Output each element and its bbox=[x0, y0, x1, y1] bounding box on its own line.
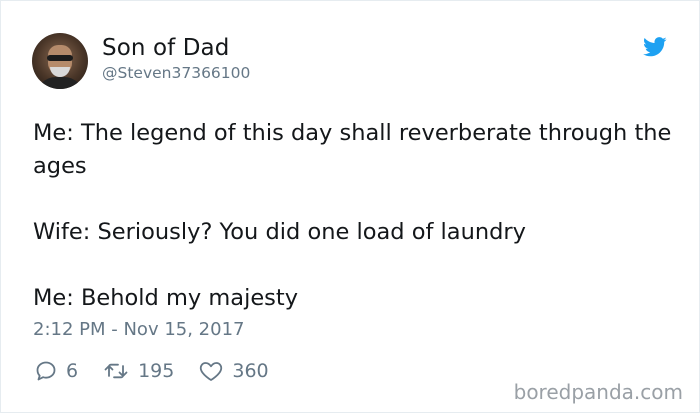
reply-button[interactable]: 6 bbox=[34, 359, 78, 383]
retweet-count: 195 bbox=[138, 360, 175, 382]
tweet-body: Me: The legend of this day shall reverbe… bbox=[33, 117, 683, 315]
heart-icon bbox=[200, 362, 223, 381]
tweet-actions: 6 195 360 bbox=[34, 357, 293, 385]
display-name[interactable]: Son of Dad bbox=[102, 35, 229, 61]
user-handle[interactable]: @Steven37366100 bbox=[102, 64, 250, 82]
twitter-bird-icon[interactable] bbox=[643, 37, 667, 57]
watermark: boredpanda.com bbox=[513, 380, 683, 404]
tweet-timestamp[interactable]: 2:12 PM - Nov 15, 2017 bbox=[33, 319, 244, 340]
tweet-card: Son of Dad @Steven37366100 Me: The legen… bbox=[0, 0, 700, 413]
reply-count: 6 bbox=[66, 360, 79, 382]
reply-icon bbox=[36, 361, 56, 381]
tweet-line-1: Me: The legend of this day shall reverbe… bbox=[33, 120, 672, 179]
tweet-line-3: Me: Behold my majesty bbox=[33, 285, 299, 311]
avatar[interactable] bbox=[32, 33, 88, 89]
like-count: 360 bbox=[232, 360, 269, 382]
tweet-line-2: Wife: Seriously? You did one load of lau… bbox=[33, 219, 526, 245]
avatar-beard bbox=[50, 67, 70, 77]
avatar-shirt bbox=[36, 77, 84, 89]
retweet-icon bbox=[104, 363, 128, 379]
like-button[interactable]: 360 bbox=[198, 359, 269, 383]
avatar-glasses bbox=[47, 55, 73, 61]
retweet-button[interactable]: 195 bbox=[102, 359, 174, 383]
